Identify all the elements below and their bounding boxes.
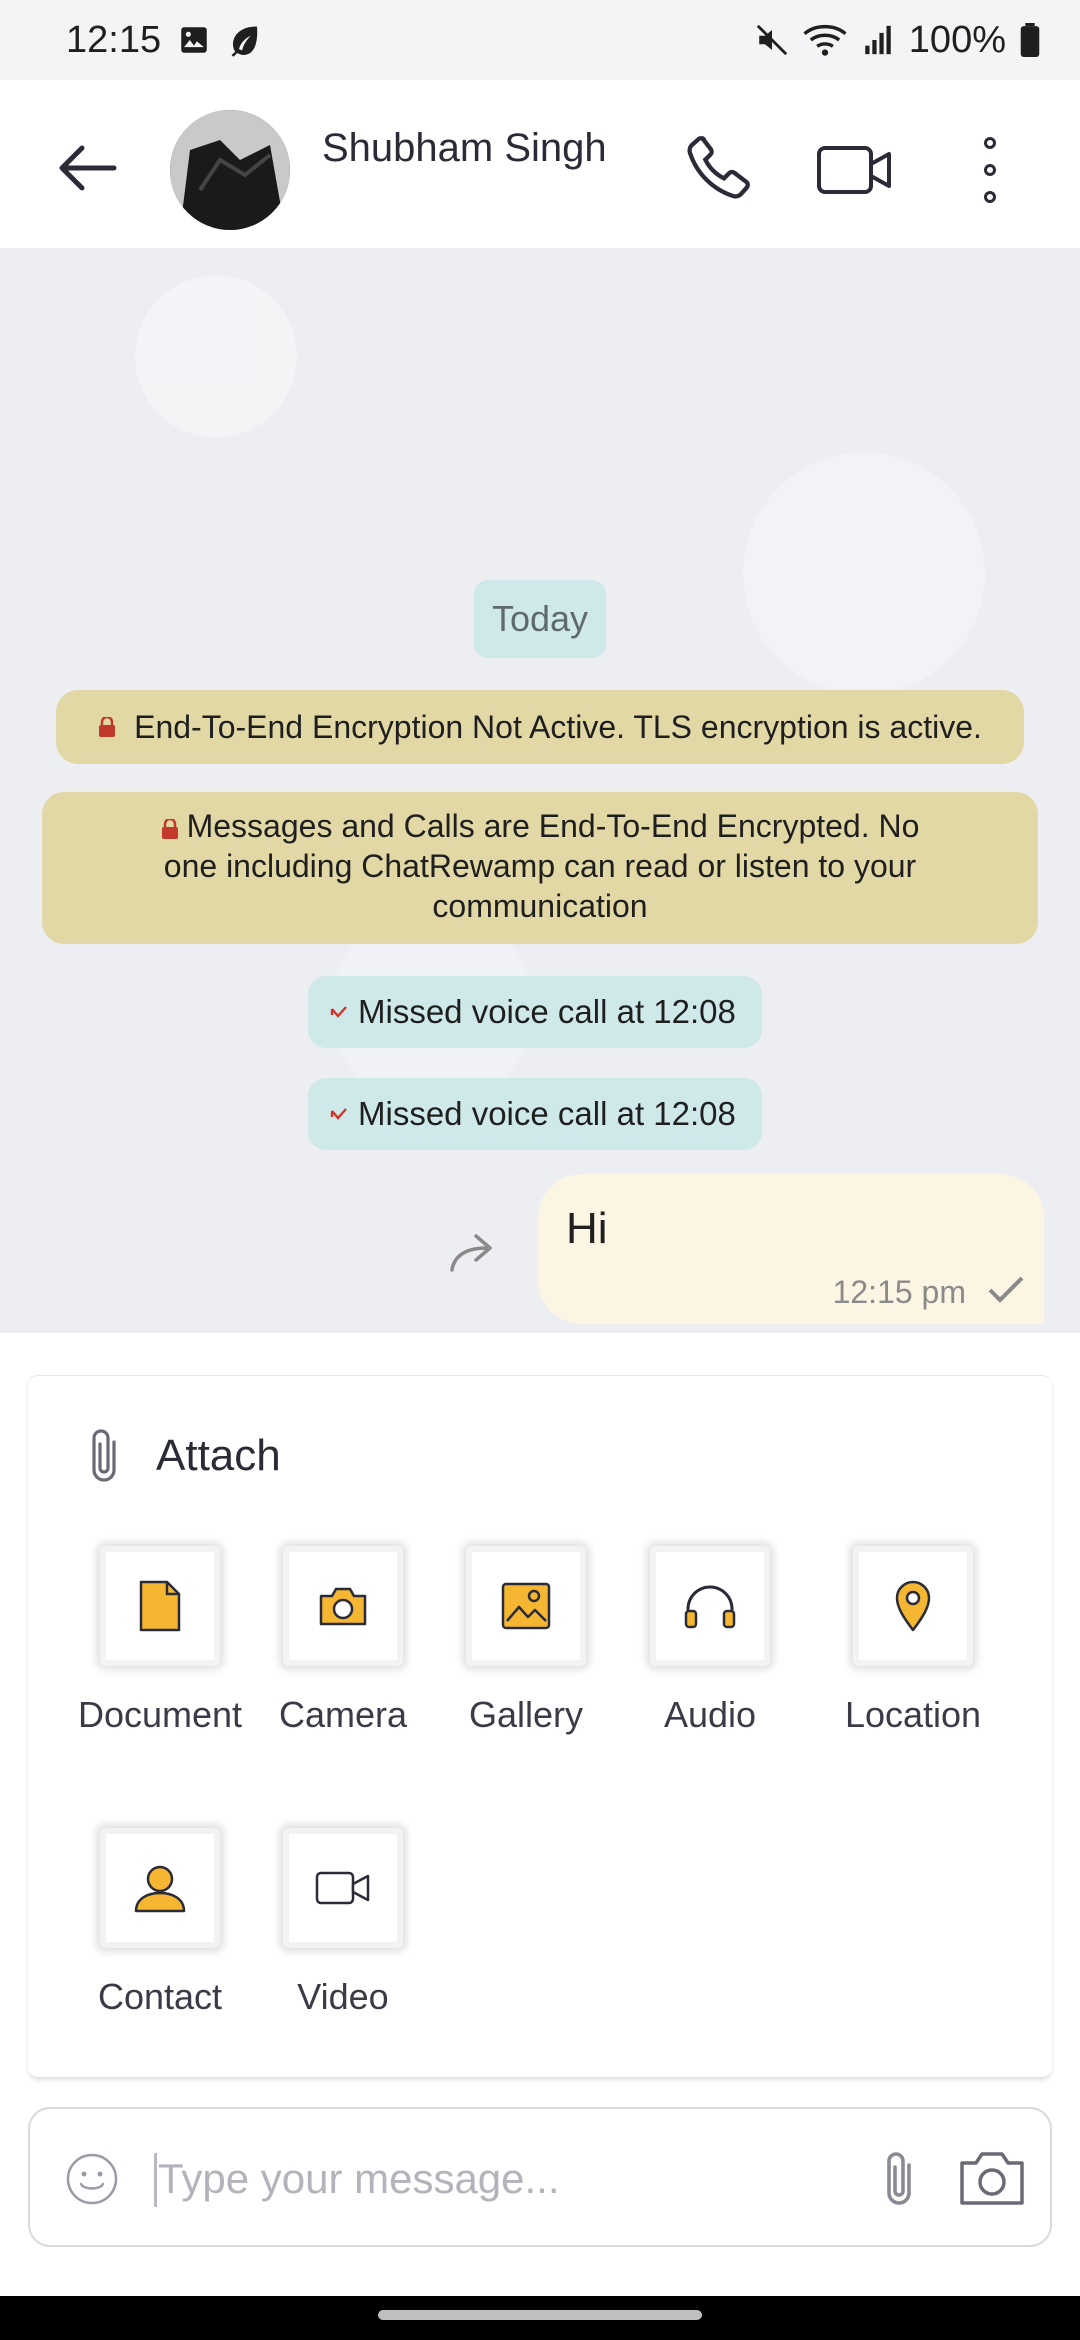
- location-pin-icon: [895, 1580, 931, 1632]
- attach-tile: [100, 1546, 220, 1666]
- attach-tile: [100, 1828, 220, 1948]
- attach-label: Camera: [278, 1694, 408, 1735]
- attach-audio-button[interactable]: Audio: [610, 1546, 810, 1736]
- encryption-notice-tls: End-To-End Encryption Not Active. TLS en…: [56, 690, 1024, 764]
- notice-text: End-To-End Encryption Not Active. TLS en…: [134, 709, 982, 745]
- wifi-icon: [803, 24, 847, 56]
- attach-tile: [650, 1546, 770, 1666]
- paperclip-icon: [887, 2152, 911, 2205]
- encryption-notice-e2e: Messages and Calls are End-To-End Encryp…: [42, 792, 1038, 944]
- image-notification-icon: [181, 27, 207, 53]
- chat-messages-area[interactable]: Today End-To-End Encryption Not Active. …: [0, 248, 1080, 1333]
- message-composer: [28, 2107, 1052, 2247]
- forward-arrow-icon: [450, 1234, 492, 1272]
- paperclip-icon: [92, 1429, 116, 1482]
- more-dot-icon: [984, 137, 996, 150]
- missed-call-text: Missed voice call at 12:08: [358, 993, 736, 1030]
- attach-label: Contact: [97, 1976, 223, 2017]
- sent-check-icon: [988, 1276, 1024, 1303]
- video-camera-icon: [817, 146, 891, 194]
- system-navigation-bar: [0, 2296, 1080, 2340]
- camera-outline-icon: [960, 2152, 1024, 2205]
- missed-call-chip: Missed voice call at 12:08: [308, 1078, 762, 1150]
- attach-label: Gallery: [468, 1694, 584, 1735]
- attach-label: Audio: [663, 1694, 757, 1735]
- attach-tile: [853, 1546, 973, 1666]
- attach-label: Location: [844, 1694, 982, 1735]
- notice-text: Messages and Calls are End-To-End Encryp…: [163, 808, 920, 924]
- arrow-left-icon: [59, 145, 117, 191]
- video-call-button[interactable]: [815, 140, 895, 200]
- battery-percent: 100%: [908, 18, 1006, 61]
- mute-icon: [756, 24, 787, 56]
- attach-contact-button[interactable]: Contact: [60, 1828, 260, 2018]
- message-text: Hi: [566, 1204, 608, 1253]
- camera-button[interactable]: [956, 2147, 1028, 2211]
- message-input[interactable]: [158, 2147, 858, 2211]
- attach-label: Document: [77, 1694, 243, 1735]
- date-chip: Today: [474, 580, 606, 658]
- contact-name[interactable]: Shubham Singh: [322, 126, 607, 171]
- missed-call-icon: [330, 1108, 347, 1120]
- video-icon: [315, 1871, 370, 1905]
- text-cursor: [154, 2153, 157, 2207]
- attach-tile: [283, 1828, 403, 1948]
- camera-icon: [319, 1587, 367, 1626]
- missed-call-icon: [330, 1006, 347, 1018]
- attach-header: Attach: [80, 1426, 281, 1486]
- status-time: 12:15: [66, 18, 162, 61]
- attach-tile: [283, 1546, 403, 1666]
- attach-label: Video: [297, 1976, 389, 2017]
- attach-panel: Attach Document Camera Gallery Audio Loc…: [28, 1375, 1052, 2077]
- attach-button[interactable]: [874, 2149, 924, 2209]
- home-gesture-handle[interactable]: [378, 2310, 702, 2320]
- outgoing-message-bubble[interactable]: Hi 12:15 pm: [538, 1174, 1044, 1324]
- attach-title: Attach: [156, 1431, 281, 1480]
- back-button[interactable]: [50, 138, 130, 198]
- message-time: 12:15 pm: [832, 1274, 966, 1310]
- contact-icon: [134, 1865, 186, 1913]
- lock-icon: [161, 818, 178, 839]
- attach-camera-button[interactable]: Camera: [243, 1546, 443, 1736]
- headphones-icon: [684, 1585, 736, 1629]
- more-dot-icon: [984, 163, 996, 176]
- gallery-icon: [501, 1582, 551, 1630]
- missed-call-text: Missed voice call at 12:08: [358, 1095, 736, 1132]
- more-options-button[interactable]: [960, 130, 1020, 210]
- attach-location-button[interactable]: Location: [813, 1546, 1013, 1736]
- status-right: 100%: [755, 19, 1040, 62]
- attach-video-button[interactable]: Video: [243, 1828, 443, 2018]
- status-left: 12:15: [66, 19, 263, 62]
- smiley-icon: [66, 2153, 118, 2205]
- battery-icon: [1020, 23, 1040, 57]
- phone-icon: [687, 136, 750, 199]
- signal-icon: [865, 25, 891, 55]
- more-dot-icon: [984, 190, 996, 203]
- voice-call-button[interactable]: [680, 126, 760, 206]
- avatar-photo: [170, 110, 290, 230]
- lock-icon: [99, 717, 116, 737]
- document-icon: [139, 1580, 181, 1632]
- attach-document-button[interactable]: Document: [60, 1546, 260, 1736]
- emoji-button[interactable]: [64, 2151, 120, 2207]
- missed-call-chip: Missed voice call at 12:08: [308, 976, 762, 1048]
- chat-header: Shubham Singh: [0, 80, 1080, 248]
- attach-gallery-button[interactable]: Gallery: [426, 1546, 626, 1736]
- forward-button[interactable]: [446, 1228, 502, 1276]
- leaf-notification-icon: [231, 26, 258, 57]
- status-bar: 12:15 100%: [0, 0, 1080, 80]
- contact-avatar[interactable]: [170, 110, 290, 230]
- attach-tile: [466, 1546, 586, 1666]
